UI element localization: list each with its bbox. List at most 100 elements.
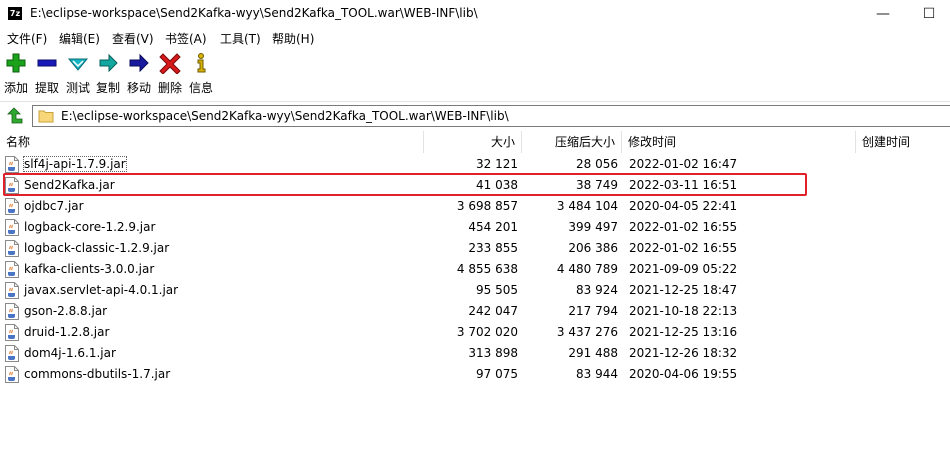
file-packed-size: 83 944 xyxy=(576,367,618,381)
file-packed-size: 83 924 xyxy=(576,283,618,297)
add-label: 添加 xyxy=(3,81,28,95)
address-field[interactable]: E:\eclipse-workspace\Send2Kafka-wyy\Send… xyxy=(32,105,950,127)
file-row[interactable]: logback-classic-1.2.9.jar 233 855 206 386 2… xyxy=(0,238,950,259)
delete-button[interactable]: 删除 xyxy=(155,52,185,96)
column-name[interactable]: 名称 xyxy=(0,131,424,153)
file-modified: 2022-01-02 16:55 xyxy=(629,241,738,255)
title-bar: 7z E:\eclipse-workspace\Send2Kafka-wyy\S… xyxy=(0,0,950,28)
file-name: ojdbc7.jar xyxy=(24,199,84,213)
file-size: 32 121 xyxy=(476,157,518,171)
file-modified: 2021-09-09 05:22 xyxy=(629,262,738,276)
file-name: druid-1.2.8.jar xyxy=(24,325,110,339)
file-size: 97 075 xyxy=(476,367,518,381)
file-packed-size: 291 488 xyxy=(568,346,618,360)
file-size: 4 855 638 xyxy=(456,262,518,276)
column-packed-size[interactable]: 压缩后大小 xyxy=(522,131,622,153)
maximize-button[interactable]: ☐ xyxy=(906,0,950,28)
jar-file-icon xyxy=(5,324,19,341)
file-packed-size: 3 484 104 xyxy=(556,199,618,213)
copy-label: 复制 xyxy=(95,81,120,95)
file-packed-size: 399 497 xyxy=(568,220,618,234)
file-packed-size: 4 480 789 xyxy=(556,262,618,276)
plus-icon xyxy=(6,53,26,73)
window-title: E:\eclipse-workspace\Send2Kafka-wyy\Send… xyxy=(30,6,478,20)
up-folder-button[interactable] xyxy=(4,106,24,126)
file-size: 3 698 857 xyxy=(456,199,518,213)
delete-x-icon xyxy=(159,53,181,74)
column-created[interactable]: 创建时间 xyxy=(856,131,950,153)
file-modified: 2022-01-02 16:55 xyxy=(629,220,738,234)
file-name: logback-core-1.2.9.jar xyxy=(24,220,156,234)
jar-file-icon xyxy=(5,198,19,215)
highlight-box xyxy=(3,173,807,196)
file-size: 95 505 xyxy=(476,283,518,297)
toolbar: 添加 提取 测试 复制 移动 删除 信息 xyxy=(0,50,950,98)
column-header: 名称 大小 压缩后大小 修改时间 创建时间 xyxy=(0,131,950,153)
file-name: kafka-clients-3.0.0.jar xyxy=(24,262,155,276)
file-modified: 2020-04-06 19:55 xyxy=(629,367,738,381)
jar-file-icon xyxy=(5,366,19,383)
copy-arrow-icon xyxy=(99,53,118,73)
extract-label: 提取 xyxy=(34,81,59,95)
file-packed-size: 28 056 xyxy=(576,157,618,171)
file-row[interactable]: druid-1.2.8.jar 3 702 020 3 437 276 2021-12… xyxy=(0,322,950,343)
file-packed-size: 206 386 xyxy=(568,241,618,255)
jar-file-icon xyxy=(5,219,19,236)
jar-file-icon xyxy=(5,303,19,320)
jar-file-icon xyxy=(5,240,19,257)
add-button[interactable]: 添加 xyxy=(1,52,31,96)
file-row[interactable]: dom4j-1.6.1.jar 313 898 291 488 2021-12-26 … xyxy=(0,343,950,364)
info-button[interactable]: 信息 xyxy=(186,52,216,96)
file-size: 242 047 xyxy=(468,304,518,318)
file-name: commons-dbutils-1.7.jar xyxy=(24,367,171,381)
file-modified: 2021-10-18 22:13 xyxy=(629,304,738,318)
test-label: 测试 xyxy=(65,81,90,95)
file-modified: 2021-12-26 18:32 xyxy=(629,346,738,360)
file-size: 454 201 xyxy=(468,220,518,234)
jar-file-icon xyxy=(5,282,19,299)
minus-icon xyxy=(37,59,57,67)
copy-button[interactable]: 复制 xyxy=(93,52,123,96)
extract-button[interactable]: 提取 xyxy=(32,52,62,96)
jar-file-icon xyxy=(5,261,19,278)
file-name: slf4j-api-1.7.9.jar xyxy=(23,156,127,172)
menu-tools[interactable]: 工具(T) xyxy=(220,30,261,47)
file-name: gson-2.8.8.jar xyxy=(24,304,108,318)
file-row[interactable]: ojdbc7.jar 3 698 857 3 484 104 2020-04-05 2… xyxy=(0,196,950,217)
menu-bar: 文件(F) 编辑(E) 查看(V) 书签(A) 工具(T) 帮助(H) xyxy=(0,28,950,48)
file-row[interactable]: commons-dbutils-1.7.jar 97 075 83 944 2020-… xyxy=(0,364,950,385)
file-name: logback-classic-1.2.9.jar xyxy=(24,241,170,255)
file-name: dom4j-1.6.1.jar xyxy=(24,346,116,360)
file-size: 233 855 xyxy=(468,241,518,255)
folder-icon xyxy=(38,110,54,123)
file-modified: 2021-12-25 13:16 xyxy=(629,325,738,339)
file-row[interactable]: javax.servlet-api-4.0.1.jar 95 505 83 924 2… xyxy=(0,280,950,301)
menu-edit[interactable]: 编辑(E) xyxy=(59,30,100,47)
info-label: 信息 xyxy=(188,81,213,95)
menu-bookmarks[interactable]: 书签(A) xyxy=(165,30,207,47)
file-modified: 2021-12-25 18:47 xyxy=(629,283,738,297)
file-row[interactable]: gson-2.8.8.jar 242 047 217 794 2021-10-18 2… xyxy=(0,301,950,322)
jar-file-icon xyxy=(5,156,19,173)
file-row[interactable]: logback-core-1.2.9.jar 454 201 399 497 2022… xyxy=(0,217,950,238)
menu-view[interactable]: 查看(V) xyxy=(112,30,154,47)
file-packed-size: 217 794 xyxy=(568,304,618,318)
move-button[interactable]: 移动 xyxy=(124,52,154,96)
test-button[interactable]: 测试 xyxy=(63,52,93,96)
address-bar: E:\eclipse-workspace\Send2Kafka-wyy\Send… xyxy=(0,101,950,130)
menu-help[interactable]: 帮助(H) xyxy=(272,30,314,47)
checkmark-icon xyxy=(67,58,89,71)
file-row[interactable]: slf4j-api-1.7.9.jar 32 121 28 056 2022-01-0… xyxy=(0,154,950,175)
move-arrow-icon xyxy=(129,53,149,73)
file-row[interactable]: kafka-clients-3.0.0.jar 4 855 638 4 480 78… xyxy=(0,259,950,280)
file-packed-size: 3 437 276 xyxy=(556,325,618,339)
file-modified: 2022-01-02 16:47 xyxy=(629,157,738,171)
menu-file[interactable]: 文件(F) xyxy=(7,30,47,47)
column-modified[interactable]: 修改时间 xyxy=(622,131,856,153)
minimize-button[interactable]: — xyxy=(860,0,906,28)
file-size: 313 898 xyxy=(468,346,518,360)
column-size[interactable]: 大小 xyxy=(424,131,522,153)
file-modified: 2020-04-05 22:41 xyxy=(629,199,738,213)
up-arrow-icon xyxy=(7,107,23,124)
info-icon xyxy=(197,53,206,73)
